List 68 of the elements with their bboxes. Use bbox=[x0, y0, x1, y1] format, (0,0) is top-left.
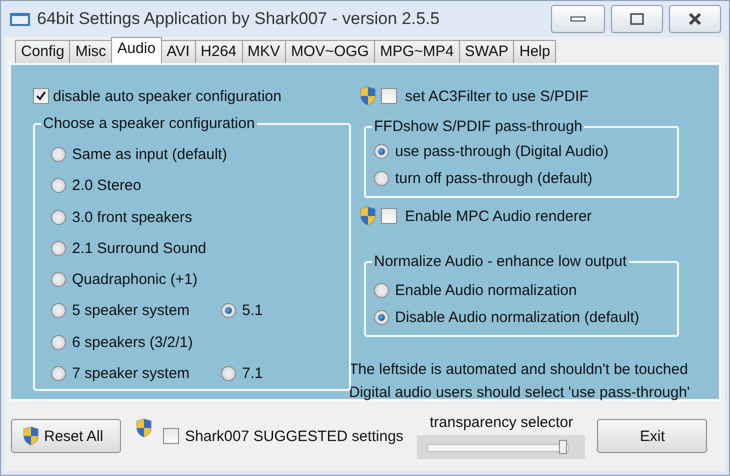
radio-label: 2.1 Surround Sound bbox=[72, 240, 206, 257]
close-button[interactable] bbox=[669, 5, 721, 33]
radio-button[interactable] bbox=[374, 310, 389, 325]
checkbox[interactable] bbox=[163, 428, 179, 444]
radio-button[interactable] bbox=[221, 303, 236, 318]
reset-all-button[interactable]: Reset All bbox=[11, 419, 121, 453]
tab[interactable]: MKV bbox=[242, 40, 286, 63]
tab[interactable]: H264 bbox=[194, 40, 242, 63]
tab[interactable]: Audio bbox=[111, 37, 162, 63]
group-title: Choose a speaker configuration bbox=[41, 115, 257, 133]
info-text: The leftside is automated and shouldn't be touched bbox=[349, 361, 688, 378]
tab[interactable]: AVI bbox=[160, 40, 196, 63]
exit-button[interactable]: Exit bbox=[597, 419, 708, 453]
radio-label: 5.1 bbox=[242, 302, 263, 320]
checkbox[interactable] bbox=[381, 208, 397, 224]
minimize-button[interactable] bbox=[551, 5, 605, 33]
radio-button[interactable] bbox=[51, 178, 66, 194]
slider-label: transparency selector bbox=[430, 414, 574, 430]
radio-label: turn off pass-through (default) bbox=[395, 170, 592, 187]
radio-button[interactable] bbox=[374, 144, 389, 159]
radio-label: Quadraphonic (+1) bbox=[72, 271, 198, 288]
radio-label: Disable Audio normalization (default) bbox=[395, 309, 640, 326]
radio-button[interactable] bbox=[51, 366, 66, 381]
radio-label: 2.0 Stereo bbox=[72, 177, 142, 194]
radio-label: 3.0 front speakers bbox=[72, 208, 192, 226]
radio-label: 7 speaker system bbox=[72, 364, 190, 382]
shield-icon bbox=[359, 206, 377, 226]
checkbox-label: Enable MPC Audio renderer bbox=[405, 208, 592, 224]
radio-button[interactable] bbox=[221, 366, 236, 381]
radio-button[interactable] bbox=[374, 283, 389, 298]
maximize-button[interactable] bbox=[611, 5, 663, 33]
radio-button[interactable] bbox=[51, 272, 66, 288]
checkbox[interactable] bbox=[33, 88, 49, 104]
maximize-icon bbox=[630, 13, 644, 25]
checkbox-label: disable auto speaker configuration bbox=[53, 88, 282, 104]
checkbox[interactable] bbox=[381, 88, 397, 104]
tab[interactable]: MPG~MP4 bbox=[374, 40, 460, 63]
radio-label: 7.1 bbox=[242, 364, 263, 382]
shield-icon bbox=[22, 426, 40, 446]
info-text: Digital audio users should select 'use pass-through' bbox=[349, 384, 690, 401]
checkbox-label: Shark007 SUGGESTED settings bbox=[185, 428, 404, 444]
group-title: Normalize Audio - enhance low output bbox=[372, 253, 629, 271]
radio-button[interactable] bbox=[51, 334, 66, 350]
slider-thumb[interactable] bbox=[559, 440, 568, 454]
tab[interactable]: Config bbox=[15, 40, 70, 63]
radio-button[interactable] bbox=[374, 171, 389, 186]
tab[interactable]: Help bbox=[513, 40, 556, 63]
radio-button[interactable] bbox=[51, 147, 66, 162]
transparency-slider[interactable] bbox=[417, 434, 586, 458]
window-title: 64bit Settings Application by Shark007 - version 2.5.5 bbox=[37, 9, 441, 29]
tab[interactable]: Misc bbox=[69, 40, 112, 63]
radio-label: 6 speakers (3/2/1) bbox=[72, 334, 193, 351]
radio-button[interactable] bbox=[51, 240, 66, 256]
radio-label: use pass-through (Digital Audio) bbox=[395, 143, 608, 160]
minimize-icon bbox=[570, 16, 586, 22]
tab[interactable]: MOV~OGG bbox=[285, 40, 375, 63]
tab[interactable]: SWAP bbox=[458, 40, 514, 63]
radio-label: Enable Audio normalization bbox=[395, 282, 577, 299]
app-icon bbox=[9, 11, 31, 27]
group-title: FFDshow S/PDIF pass-through bbox=[372, 118, 584, 136]
radio-label: 5 speaker system bbox=[72, 302, 190, 320]
shield-icon bbox=[135, 418, 153, 438]
close-icon bbox=[688, 12, 702, 26]
radio-button[interactable] bbox=[51, 210, 66, 225]
shield-icon bbox=[359, 86, 377, 106]
radio-label: Same as input (default) bbox=[72, 146, 228, 164]
radio-button[interactable] bbox=[51, 303, 66, 318]
checkbox-label: set AC3Filter to use S/PDIF bbox=[405, 88, 588, 104]
